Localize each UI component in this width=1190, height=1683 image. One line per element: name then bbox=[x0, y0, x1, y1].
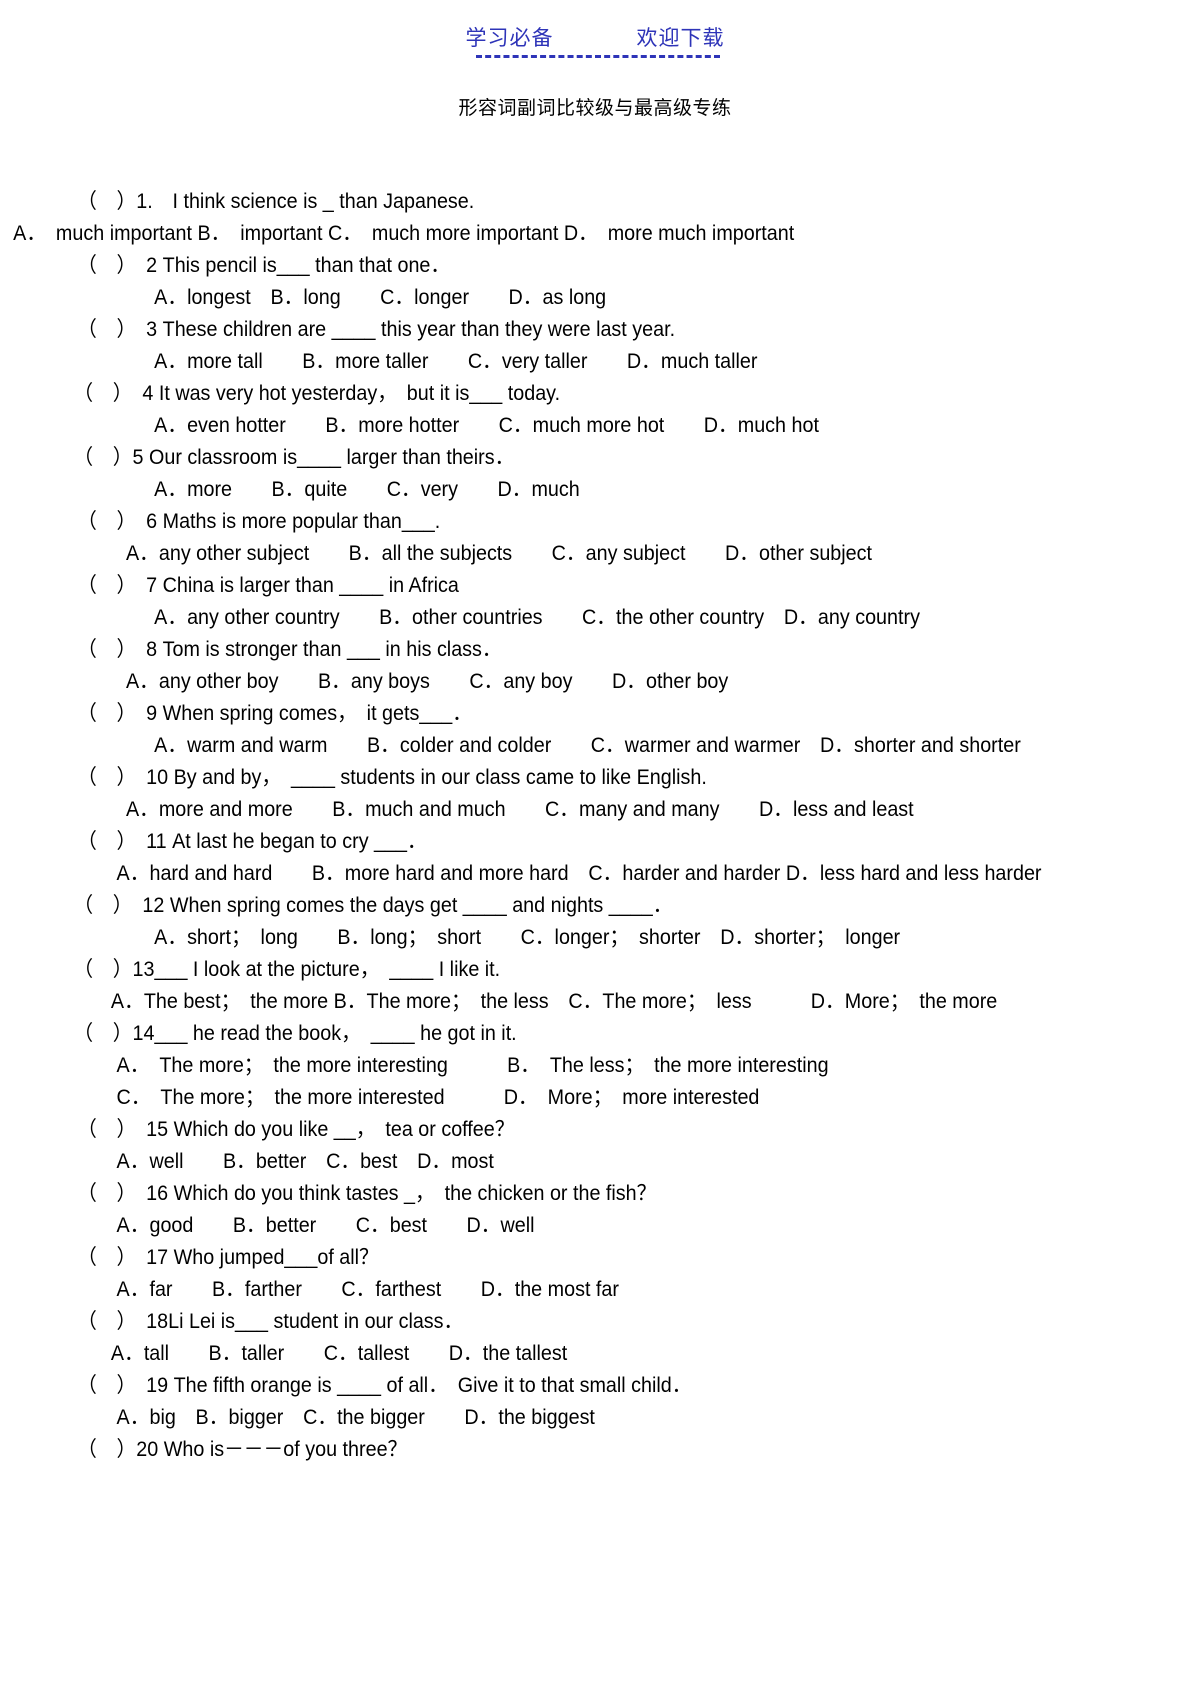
line-text: （ ）1. I think science is _ than Japanese… bbox=[77, 190, 475, 213]
question-14-options-row-1: A． The more； the more interesting B． The… bbox=[0, 1050, 1119, 1082]
question-4-stem: （ ） 4 It was very hot yesterday， but it … bbox=[0, 378, 1119, 410]
question-13-stem: （ ）13___ I look at the picture， ____ I l… bbox=[0, 954, 1119, 986]
line-text: （ ） 3 These children are ____ this year … bbox=[77, 318, 676, 341]
line-text: （ ） 6 Maths is more popular than___. bbox=[77, 510, 441, 533]
question-20-stem: （ ）20 Who is－－－of you three？ bbox=[0, 1434, 1119, 1466]
page-title: 形容词副词比较级与最高级专练 bbox=[458, 97, 732, 119]
question-14-stem: （ ）14___ he read the book， ____ he got i… bbox=[0, 1018, 1119, 1050]
line-text: （ ）5 Our classroom is____ larger than th… bbox=[73, 446, 515, 469]
question-4-options: A．even hotter B．more hotter C．much more … bbox=[0, 410, 1119, 442]
question-16-stem: （ ） 16 Which do you think tastes _， the … bbox=[0, 1178, 1119, 1210]
question-8-options: A．any other boy B．any boys C．any boy D．o… bbox=[0, 666, 1119, 698]
question-15-options: A．well B．better C．best D．most bbox=[0, 1146, 1119, 1178]
line-text: （ ） 19 The fifth orange is ____ of all． … bbox=[77, 1374, 692, 1397]
line-text: A．any other country B．other countries C．… bbox=[154, 606, 920, 629]
line-text: （ ） 4 It was very hot yesterday， but it … bbox=[73, 382, 561, 405]
question-2-options: A．longest B．long C．longer D．as long bbox=[0, 282, 1119, 314]
line-text: （ ） 12 When spring comes the days get __… bbox=[73, 894, 673, 917]
question-17-options: A．far B．farther C．farthest D．the most fa… bbox=[0, 1274, 1119, 1306]
question-19-stem: （ ） 19 The fifth orange is ____ of all． … bbox=[0, 1370, 1119, 1402]
line-text: （ ） 10 By and by， ____ students in our c… bbox=[77, 766, 707, 789]
question-17-stem: （ ） 17 Who jumped___of all？ bbox=[0, 1242, 1119, 1274]
line-text: A．far B．farther C．farthest D．the most fa… bbox=[116, 1278, 619, 1301]
line-text: （ ） 16 Which do you think tastes _， the … bbox=[77, 1182, 657, 1205]
question-6-options: A．any other subject B．all the subjects C… bbox=[0, 538, 1119, 570]
line-text: （ ） 2 This pencil is___ than that one． bbox=[77, 254, 451, 277]
line-text: A．even hotter B．more hotter C．much more … bbox=[154, 414, 819, 437]
question-1-stem: （ ）1. I think science is _ than Japanese… bbox=[0, 186, 1119, 218]
line-text: C． The more； the more interested D． More… bbox=[116, 1086, 760, 1109]
line-text: A．more and more B．much and much C．many a… bbox=[125, 798, 914, 821]
line-text: A．hard and hard B．more hard and more har… bbox=[116, 862, 1042, 885]
line-text: （ ） 17 Who jumped___of all？ bbox=[77, 1246, 379, 1269]
worksheet-body: （ ）1. I think science is _ than Japanese… bbox=[0, 186, 1190, 1466]
question-2-stem: （ ） 2 This pencil is___ than that one． bbox=[0, 250, 1119, 282]
question-9-options: A．warm and warm B．colder and colder C．wa… bbox=[0, 730, 1119, 762]
line-text: A． much important B． important C． much m… bbox=[13, 222, 795, 245]
question-10-options: A．more and more B．much and much C．many a… bbox=[0, 794, 1119, 826]
line-text: A．warm and warm B．colder and colder C．wa… bbox=[154, 734, 1021, 757]
question-7-options: A．any other country B．other countries C．… bbox=[0, 602, 1119, 634]
line-text: （ ）14___ he read the book， ____ he got i… bbox=[73, 1022, 517, 1045]
line-text: （ ） 7 China is larger than ____ in Afric… bbox=[77, 574, 459, 597]
question-5-stem: （ ）5 Our classroom is____ larger than th… bbox=[0, 442, 1119, 474]
line-text: A．more tall B．more taller C．very taller … bbox=[154, 350, 758, 373]
line-text: A．any other boy B．any boys C．any boy D．o… bbox=[125, 670, 729, 693]
line-text: A．big B．bigger C．the bigger D．the bigges… bbox=[116, 1406, 595, 1429]
question-3-stem: （ ） 3 These children are ____ this year … bbox=[0, 314, 1119, 346]
question-11-stem: （ ） 11 At last he began to cry ___． bbox=[0, 826, 1119, 858]
line-text: A．The best； the more B．The more； the les… bbox=[110, 990, 998, 1013]
question-18-options: A．tall B．taller C．tallest D．the tallest bbox=[0, 1338, 1119, 1370]
question-3-options: A．more tall B．more taller C．very taller … bbox=[0, 346, 1119, 378]
question-12-options: A．short； long B．long； short C．longer； sh… bbox=[0, 922, 1119, 954]
header-inner: 学习必备 欢迎下载 bbox=[466, 22, 725, 58]
question-14-options-row-2: C． The more； the more interested D． More… bbox=[0, 1082, 1119, 1114]
question-10-stem: （ ） 10 By and by， ____ students in our c… bbox=[0, 762, 1119, 794]
line-text: （ ） 9 When spring comes， it gets___． bbox=[77, 702, 473, 725]
header-left-label[interactable]: 学习必备 bbox=[466, 22, 554, 52]
line-text: （ ）13___ I look at the picture， ____ I l… bbox=[73, 958, 501, 981]
line-text: （ ）20 Who is－－－of you three？ bbox=[77, 1438, 408, 1461]
line-text: A．good B．better C．best D．well bbox=[116, 1214, 535, 1237]
header-right-label[interactable]: 欢迎下载 bbox=[636, 22, 724, 52]
question-1-options: A． much important B． important C． much m… bbox=[0, 218, 1119, 250]
question-19-options: A．big B．bigger C．the bigger D．the bigges… bbox=[0, 1402, 1119, 1434]
line-text: A．tall B．taller C．tallest D．the tallest bbox=[110, 1342, 568, 1365]
line-text: A．well B．better C．best D．most bbox=[116, 1150, 494, 1173]
page-header-banner: 学习必备 欢迎下载 bbox=[0, 22, 1190, 58]
line-text: （ ） 18Li Lei is___ student in our class． bbox=[77, 1310, 464, 1333]
line-text: A．any other subject B．all the subjects C… bbox=[125, 542, 872, 565]
question-6-stem: （ ） 6 Maths is more popular than___. bbox=[0, 506, 1119, 538]
header-dashed-rule bbox=[475, 55, 721, 58]
question-11-options: A．hard and hard B．more hard and more har… bbox=[0, 858, 1119, 890]
question-9-stem: （ ） 9 When spring comes， it gets___． bbox=[0, 698, 1119, 730]
line-text: （ ） 11 At last he began to cry ___． bbox=[77, 830, 427, 853]
line-text: A． The more； the more interesting B． The… bbox=[116, 1054, 829, 1077]
question-5-options: A．more B．quite C．very D．much bbox=[0, 474, 1119, 506]
question-13-options: A．The best； the more B．The more； the les… bbox=[0, 986, 1119, 1018]
question-15-stem: （ ） 15 Which do you like __， tea or coff… bbox=[0, 1114, 1119, 1146]
question-12-stem: （ ） 12 When spring comes the days get __… bbox=[0, 890, 1119, 922]
question-7-stem: （ ） 7 China is larger than ____ in Afric… bbox=[0, 570, 1119, 602]
question-18-stem: （ ） 18Li Lei is___ student in our class． bbox=[0, 1306, 1119, 1338]
question-8-stem: （ ） 8 Tom is stronger than ___ in his cl… bbox=[0, 634, 1119, 666]
question-16-options: A．good B．better C．best D．well bbox=[0, 1210, 1119, 1242]
line-text: A．short； long B．long； short C．longer； sh… bbox=[154, 926, 901, 949]
line-text: （ ） 15 Which do you like __， tea or coff… bbox=[77, 1118, 515, 1141]
line-text: A．longest B．long C．longer D．as long bbox=[154, 286, 607, 309]
document-page: 学习必备 欢迎下载 形容词副词比较级与最高级专练 （ ）1. I think s… bbox=[0, 0, 1190, 1683]
line-text: （ ） 8 Tom is stronger than ___ in his cl… bbox=[77, 638, 502, 661]
line-text: A．more B．quite C．very D．much bbox=[154, 478, 580, 501]
